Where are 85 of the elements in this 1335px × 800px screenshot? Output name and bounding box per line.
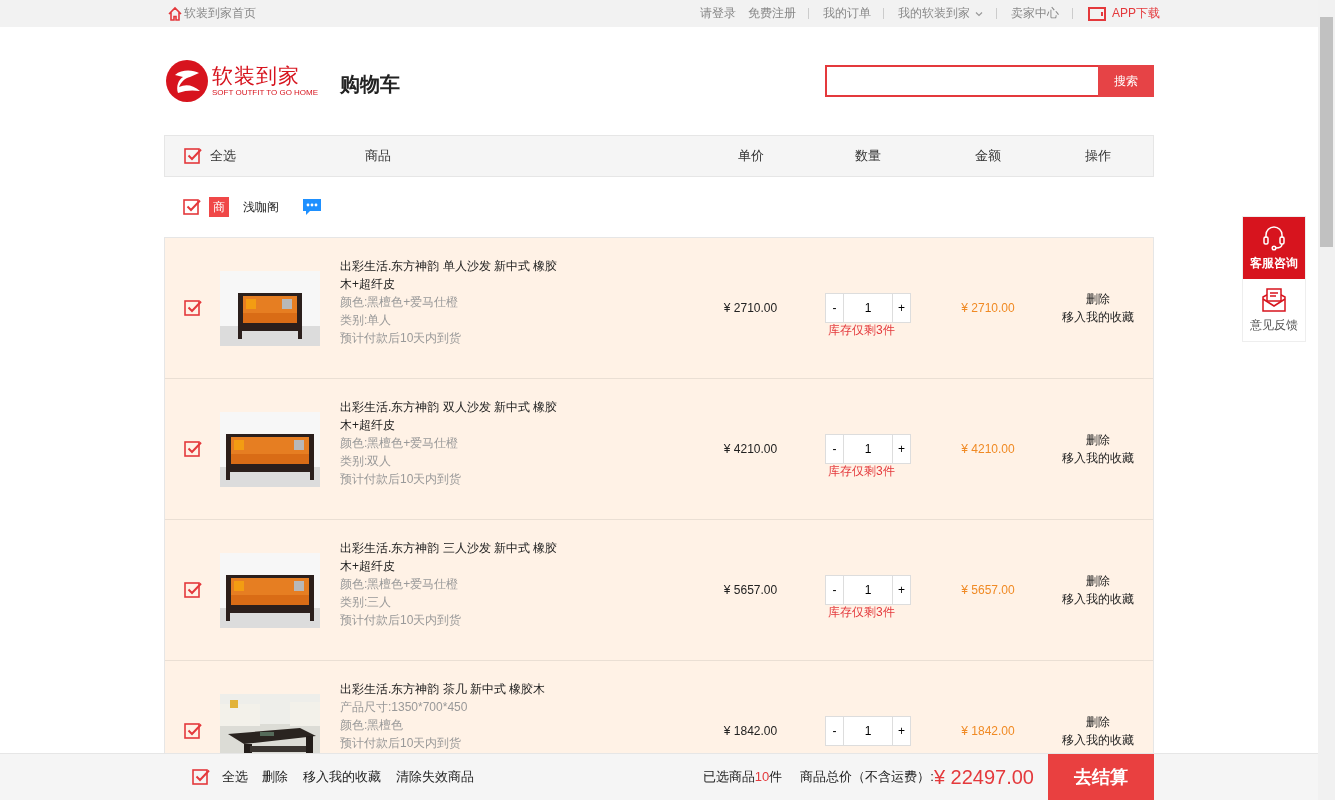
checked-checkbox[interactable] [184, 581, 202, 599]
checkout-button[interactable]: 去结算 [1048, 754, 1154, 800]
total-price: ¥ 22497.00 [933, 765, 1034, 789]
column-header: 数量 [855, 147, 881, 165]
product-title[interactable]: 出彩生活.东方神韵 三人沙发 新中式 橡胶木+超纤皮 [340, 539, 565, 575]
logo-name: 软装到家 [212, 64, 301, 88]
page-title: 购物车 [340, 71, 401, 97]
minus-button[interactable]: - [825, 575, 844, 605]
subtotal: ¥ 5657.00 [961, 583, 1015, 597]
search-field[interactable] [825, 65, 1098, 97]
chat-icon[interactable] [301, 197, 323, 217]
column-header: 单价 [737, 147, 764, 165]
subtotal: ¥ 4210.00 [961, 442, 1015, 456]
product-detail: 产品尺寸:1350*700*450 [340, 699, 469, 716]
scrollbar-thumb[interactable] [1320, 17, 1333, 247]
unit-price: ¥ 4210.00 [723, 442, 778, 456]
action-link[interactable]: 删除 [1086, 572, 1110, 590]
footer-action[interactable]: 清除失效商品 [396, 768, 474, 786]
product-detail: 颜色:黑檀色 [340, 717, 405, 734]
unit-price: ¥ 1842.00 [723, 724, 778, 738]
footer-action[interactable]: 移入我的收藏 [303, 768, 381, 786]
product-detail: 类别:单人 [340, 312, 393, 329]
plus-button[interactable]: + [892, 716, 911, 746]
unit-price: ¥ 2710.00 [723, 301, 778, 315]
checked-checkbox[interactable] [184, 722, 202, 740]
quantity-field[interactable]: 1 [844, 293, 892, 323]
product-title[interactable]: 出彩生活.东方神韵 双人沙发 新中式 橡胶木+超纤皮 [340, 398, 565, 434]
action-link[interactable]: 删除 [1086, 290, 1110, 308]
minus-button[interactable]: - [825, 434, 844, 464]
shop-badge: 商 [209, 197, 229, 217]
quantity-field[interactable]: 1 [844, 575, 892, 605]
plus-button[interactable]: + [892, 575, 911, 605]
checked-checkbox[interactable] [184, 299, 202, 317]
select-all-label[interactable]: 全选 [222, 768, 248, 786]
subtotal: ¥ 1842.00 [961, 724, 1015, 738]
envelope-icon [1261, 286, 1287, 313]
minus-button[interactable]: - [825, 716, 844, 746]
checked-checkbox[interactable] [183, 198, 201, 216]
quantity-field[interactable]: 1 [844, 434, 892, 464]
product-detail: 预计付款后10天内到货 [340, 330, 463, 347]
service-button[interactable]: 客服咨询 [1243, 217, 1305, 279]
action-link[interactable]: 移入我的收藏 [1062, 308, 1134, 326]
column-header: 商品 [365, 148, 391, 163]
plus-button[interactable]: + [892, 434, 911, 464]
unit-price: ¥ 5657.00 [723, 583, 778, 597]
product-detail: 颜色:黑檀色+爱马仕橙 [340, 294, 460, 311]
stock-notice: 库存仅剩3件 [828, 604, 895, 621]
app-download-link[interactable]: APP下载 [1088, 5, 1160, 22]
action-link[interactable]: 移入我的收藏 [1062, 449, 1134, 467]
stock-notice: 库存仅剩3件 [828, 322, 895, 339]
product-detail: 类别:双人 [340, 453, 393, 470]
action-link[interactable]: 移入我的收藏 [1062, 731, 1134, 749]
product-detail: 预计付款后10天内到货 [340, 735, 463, 752]
product-detail: 颜色:黑檀色+爱马仕橙 [340, 576, 460, 593]
tablet-icon [1088, 6, 1106, 21]
shop-name[interactable]: 浅咖阁 [243, 198, 279, 216]
home-icon [167, 5, 183, 22]
headset-icon [1261, 224, 1287, 251]
search-button[interactable]: 搜索 [1098, 65, 1154, 97]
logo-slogan: SOFT OUTFIT TO GO HOME [212, 88, 319, 98]
checked-checkbox[interactable] [192, 768, 210, 786]
stock-notice: 库存仅剩3件 [828, 463, 895, 480]
product-detail: 预计付款后10天内到货 [340, 612, 463, 629]
footer-action[interactable]: 删除 [262, 768, 288, 786]
selected-count: 已选商品10件 [702, 768, 783, 786]
column-header: 金额 [975, 147, 1001, 165]
plus-button[interactable]: + [892, 293, 911, 323]
product-detail: 预计付款后10天内到货 [340, 471, 463, 488]
checked-checkbox[interactable] [184, 440, 202, 458]
action-link[interactable]: 删除 [1086, 431, 1110, 449]
column-header: 全选 [210, 147, 236, 165]
logo-icon [166, 60, 208, 102]
product-detail: 类别:三人 [340, 594, 393, 611]
scrollbar[interactable] [1318, 0, 1335, 800]
action-link[interactable]: 删除 [1086, 713, 1110, 731]
product-detail: 颜色:黑檀色+爱马仕橙 [340, 435, 460, 452]
action-link[interactable]: 移入我的收藏 [1062, 590, 1134, 608]
product-title[interactable]: 出彩生活.东方神韵 单人沙发 新中式 橡胶木+超纤皮 [340, 257, 565, 293]
product-title[interactable]: 出彩生活.东方神韵 茶几 新中式 橡胶木 [340, 680, 565, 698]
subtotal: ¥ 2710.00 [961, 301, 1015, 315]
checked-checkbox[interactable] [184, 147, 202, 165]
column-header: 操作 [1085, 147, 1111, 165]
minus-button[interactable]: - [825, 293, 844, 323]
quantity-field[interactable]: 1 [844, 716, 892, 746]
total-label: 商品总价（不含运费）: [800, 768, 934, 786]
